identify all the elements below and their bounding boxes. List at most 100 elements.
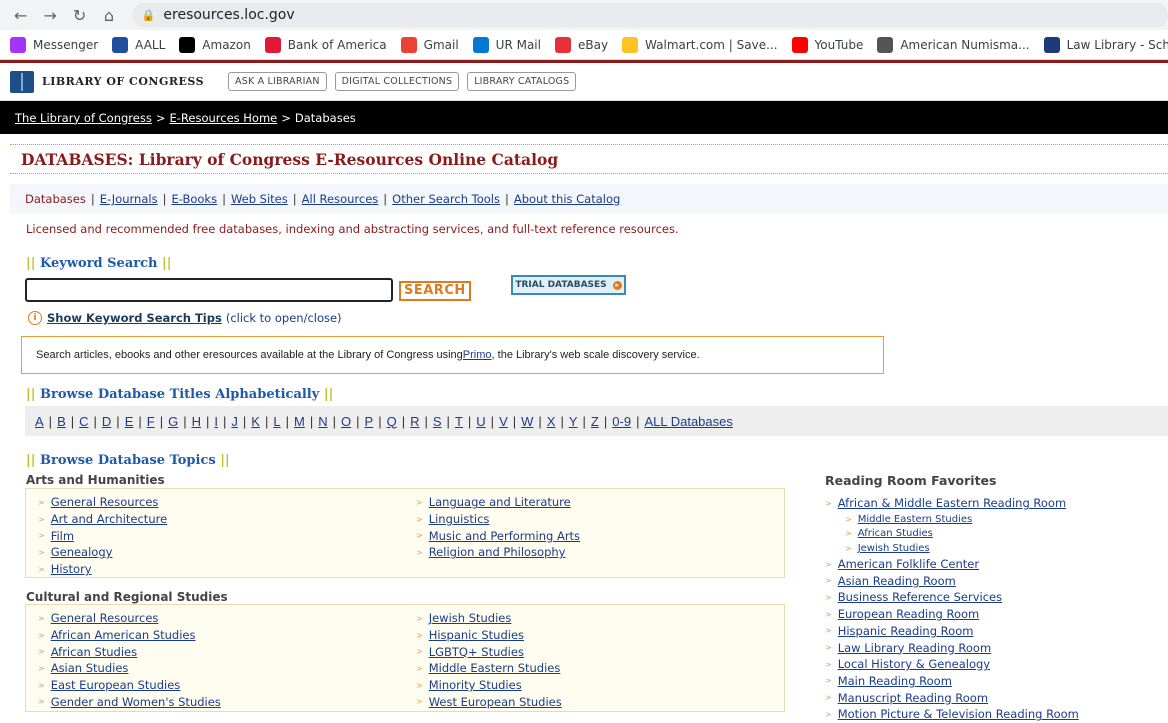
breadcrumb-home-link[interactable]: The Library of Congress <box>15 111 152 125</box>
topic-link-hispanic-studies[interactable]: Hispanic Studies <box>429 628 524 642</box>
reading-room-link-manuscript-reading-room[interactable]: Manuscript Reading Room <box>838 691 988 705</box>
subnav-e-journals[interactable]: E-Journals <box>100 192 158 206</box>
topic-link-history[interactable]: History <box>51 562 92 576</box>
alpha-link-w[interactable]: W <box>521 414 533 429</box>
alpha-link-m[interactable]: M <box>294 414 305 429</box>
topic-link-religion-and-philosophy[interactable]: Religion and Philosophy <box>429 545 566 559</box>
alpha-link-p[interactable]: P <box>365 414 374 429</box>
reading-room-link-american-folklife-center[interactable]: American Folklife Center <box>838 557 979 571</box>
bookmark-american-numisma[interactable]: American Numisma... <box>877 36 1030 53</box>
loc-logo[interactable]: LIBRARY OF CONGRESS <box>10 70 204 93</box>
primo-link[interactable]: Primo <box>463 349 492 361</box>
topic-link-jewish-studies[interactable]: Jewish Studies <box>429 611 512 625</box>
list-item: > Film <box>38 527 167 544</box>
subnav-all-resources[interactable]: All Resources <box>302 192 379 206</box>
alpha-link-r[interactable]: R <box>410 414 419 429</box>
digital-collections-button[interactable]: DIGITAL COLLECTIONS <box>334 72 460 91</box>
alpha-link-e[interactable]: E <box>125 414 134 429</box>
alpha-link-x[interactable]: X <box>547 414 556 429</box>
subnav-web-sites[interactable]: Web Sites <box>231 192 288 206</box>
reading-room-link-african-middle-eastern-reading-room[interactable]: African & Middle Eastern Reading Room <box>838 496 1066 510</box>
keyword-search-input[interactable] <box>25 278 393 302</box>
bookmark-bank-of-america[interactable]: Bank of America <box>264 36 387 53</box>
back-arrow-icon[interactable]: ← <box>8 2 33 28</box>
topic-link-linguistics[interactable]: Linguistics <box>429 512 490 526</box>
subnav-other-search-tools[interactable]: Other Search Tools <box>392 192 500 206</box>
alpha-link-b[interactable]: B <box>57 414 66 429</box>
bookmark-gmail[interactable]: Gmail <box>400 36 459 53</box>
topic-link-middle-eastern-studies[interactable]: Middle Eastern Studies <box>429 661 561 675</box>
alpha-link-u[interactable]: U <box>476 414 485 429</box>
browser-toolbar: ← → ↻ ⌂ 🔒 eresources.loc.gov <box>0 0 1168 30</box>
topic-link-general-resources[interactable]: General Resources <box>51 611 159 625</box>
reading-room-link-european-reading-room[interactable]: European Reading Room <box>838 607 980 621</box>
topic-link-lgbtq-studies[interactable]: LGBTQ+ Studies <box>429 645 524 659</box>
search-button[interactable]: SEARCH <box>399 281 471 301</box>
alpha-link-t[interactable]: T <box>455 414 463 429</box>
topic-link-film[interactable]: Film <box>51 529 74 543</box>
topic-link-genealogy[interactable]: Genealogy <box>51 545 113 559</box>
alpha-link-l[interactable]: L <box>273 414 280 429</box>
alpha-link-h[interactable]: H <box>192 414 201 429</box>
alpha-link-s[interactable]: S <box>433 414 442 429</box>
alpha-link-0-9[interactable]: 0-9 <box>612 414 631 429</box>
reading-room-sublink-jewish-studies[interactable]: Jewish Studies <box>858 543 930 554</box>
topic-link-minority-studies[interactable]: Minority Studies <box>429 678 522 692</box>
alpha-link-f[interactable]: F <box>147 414 155 429</box>
topic-link-west-european-studies[interactable]: West European Studies <box>429 695 562 709</box>
bookmark-aall[interactable]: AALL <box>112 36 165 53</box>
alpha-link-all-databases[interactable]: ALL Databases <box>644 414 732 429</box>
library-catalogs-button[interactable]: LIBRARY CATALOGS <box>467 72 577 91</box>
alpha-link-d[interactable]: D <box>102 414 111 429</box>
reading-room-link-hispanic-reading-room[interactable]: Hispanic Reading Room <box>838 624 974 638</box>
address-bar[interactable]: 🔒 eresources.loc.gov <box>131 3 1168 27</box>
reading-room-link-local-history-genealogy[interactable]: Local History & Genealogy <box>838 657 990 671</box>
reading-room-link-law-library-reading-room[interactable]: Law Library Reading Room <box>838 641 991 655</box>
alpha-link-g[interactable]: G <box>168 414 178 429</box>
topic-link-language-and-literature[interactable]: Language and Literature <box>429 495 571 509</box>
topic-link-african-studies[interactable]: African Studies <box>51 645 137 659</box>
topic-link-gender-and-women-s-studies[interactable]: Gender and Women's Studies <box>51 695 221 709</box>
alpha-link-n[interactable]: N <box>318 414 327 429</box>
bookmark-law-library-schoo[interactable]: Law Library - Schoo... <box>1043 36 1168 53</box>
reading-room-link-asian-reading-room[interactable]: Asian Reading Room <box>838 574 956 588</box>
reading-room-sublink-middle-eastern-studies[interactable]: Middle Eastern Studies <box>858 514 973 525</box>
topic-link-art-and-architecture[interactable]: Art and Architecture <box>51 512 167 526</box>
bookmark-walmart-com-save[interactable]: Walmart.com | Save... <box>622 36 778 53</box>
topic-link-asian-studies[interactable]: Asian Studies <box>51 661 129 675</box>
ask-a-librarian-button[interactable]: ASK A LIBRARIAN <box>228 72 327 91</box>
reading-room-sublink-african-studies[interactable]: African Studies <box>858 528 933 539</box>
topic-link-african-american-studies[interactable]: African American Studies <box>51 628 196 642</box>
breadcrumb-eresources-link[interactable]: E-Resources Home <box>169 111 277 125</box>
subnav-about-this-catalog[interactable]: About this Catalog <box>514 192 620 206</box>
alpha-link-a[interactable]: A <box>35 414 44 429</box>
topic-link-general-resources[interactable]: General Resources <box>51 495 159 509</box>
bookmark-youtube[interactable]: YouTube <box>791 36 863 53</box>
bookmark-ur-mail[interactable]: UR Mail <box>472 36 541 53</box>
bullet-arrow-icon: > <box>825 659 832 669</box>
forward-arrow-icon[interactable]: → <box>37 2 62 28</box>
topic-link-music-and-performing-arts[interactable]: Music and Performing Arts <box>429 529 580 543</box>
trial-databases-button[interactable]: TRIAL DATABASES ▸ <box>511 275 626 295</box>
alpha-link-v[interactable]: V <box>499 414 508 429</box>
reading-room-link-business-reference-services[interactable]: Business Reference Services <box>838 590 1002 604</box>
alpha-link-i[interactable]: I <box>214 414 218 429</box>
alpha-link-o[interactable]: O <box>341 414 351 429</box>
reading-room-heading: Reading Room Favorites <box>825 473 997 488</box>
bookmark-messenger[interactable]: Messenger <box>10 36 98 53</box>
alpha-link-j[interactable]: J <box>231 414 238 429</box>
alpha-link-z[interactable]: Z <box>591 414 599 429</box>
topic-link-east-european-studies[interactable]: East European Studies <box>51 678 181 692</box>
alpha-link-y[interactable]: Y <box>569 414 578 429</box>
alpha-link-q[interactable]: Q <box>387 414 397 429</box>
bookmark-amazon[interactable]: Amazon <box>179 36 251 53</box>
alpha-link-k[interactable]: K <box>251 414 260 429</box>
bookmark-ebay[interactable]: eBay <box>554 36 608 53</box>
reading-room-link-main-reading-room[interactable]: Main Reading Room <box>838 674 952 688</box>
alpha-link-c[interactable]: C <box>79 414 88 429</box>
reload-icon[interactable]: ↻ <box>67 2 92 28</box>
show-search-tips-link[interactable]: Show Keyword Search Tips <box>47 311 222 325</box>
reading-room-link-motion-picture-television-reading-room[interactable]: Motion Picture & Television Reading Room <box>838 707 1079 721</box>
subnav-e-books[interactable]: E-Books <box>171 192 217 206</box>
home-icon[interactable]: ⌂ <box>96 2 121 28</box>
